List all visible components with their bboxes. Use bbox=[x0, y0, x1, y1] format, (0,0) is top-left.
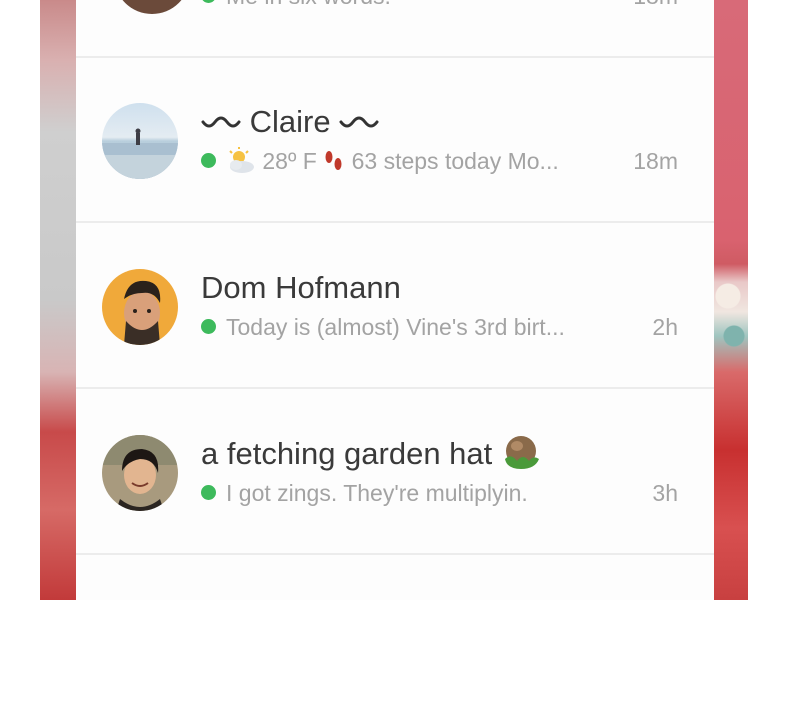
avatar bbox=[114, 0, 190, 14]
message-preview: Today is (almost) Vine's 3rd birt... bbox=[201, 313, 631, 341]
conversation-list: Me in six words. 18m bbox=[76, 0, 714, 600]
online-dot-icon bbox=[201, 0, 216, 4]
message-preview: I got zings. They're multiplyin. bbox=[201, 479, 631, 507]
garden-hat-icon bbox=[504, 435, 539, 469]
timestamp: 2h bbox=[652, 314, 678, 340]
timestamp: 18m bbox=[633, 148, 678, 174]
contact-name: Claire bbox=[201, 103, 379, 141]
message-preview: Me in six words. bbox=[201, 0, 631, 10]
avatar bbox=[102, 103, 178, 179]
message-preview: 28º F 63 steps today Mo... bbox=[201, 147, 631, 177]
conversation-row-claire[interactable]: Claire 28º F 63 steps today Mo... 18m bbox=[76, 57, 714, 223]
avatar bbox=[102, 435, 178, 511]
online-dot-icon bbox=[201, 319, 216, 335]
wave-icon bbox=[339, 116, 379, 128]
background-decoration bbox=[714, 266, 748, 386]
background-photo-left bbox=[40, 0, 76, 600]
timestamp: 18m bbox=[633, 0, 678, 10]
contact-name: Dom Hofmann bbox=[201, 270, 401, 305]
sun-behind-cloud-icon bbox=[229, 147, 254, 173]
contact-name: a fetching garden hat bbox=[201, 435, 541, 475]
conversation-row[interactable] bbox=[76, 555, 714, 719]
timestamp: 3h bbox=[652, 480, 678, 506]
online-dot-icon bbox=[201, 153, 216, 169]
conversation-row-a-fetching-garden-hat[interactable]: a fetching garden hat I got zings. They'… bbox=[76, 389, 714, 555]
footprints-icon bbox=[325, 150, 342, 170]
conversation-row-dom-hofmann[interactable]: Dom Hofmann Today is (almost) Vine's 3rd… bbox=[76, 223, 714, 389]
online-dot-icon bbox=[201, 485, 216, 501]
avatar bbox=[102, 269, 178, 345]
wave-icon bbox=[201, 116, 241, 128]
conversation-row[interactable]: Me in six words. 18m bbox=[76, 0, 714, 58]
